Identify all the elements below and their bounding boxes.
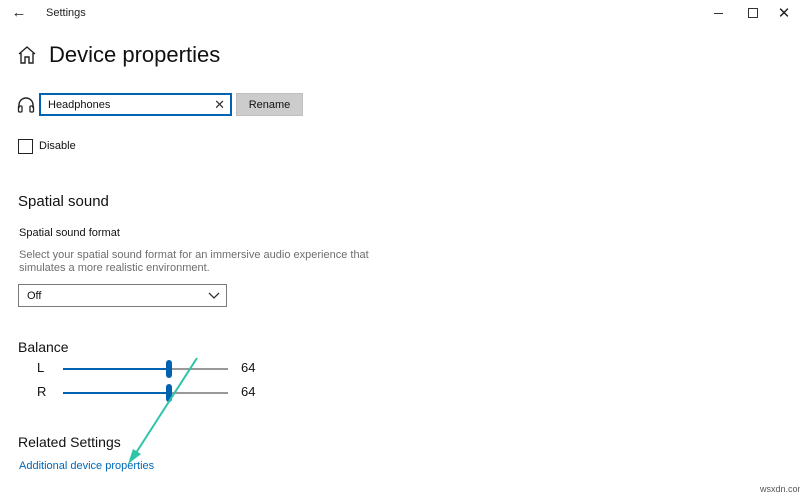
maximize-button[interactable] xyxy=(741,2,765,24)
watermark: wsxdn.com xyxy=(760,484,800,494)
spatial-format-selected: Off xyxy=(27,290,42,302)
right-slider-thumb[interactable] xyxy=(165,384,172,402)
maximize-icon xyxy=(748,8,758,18)
spatial-format-dropdown[interactable]: Off xyxy=(18,284,227,307)
right-balance-slider[interactable] xyxy=(63,384,228,402)
home-icon[interactable] xyxy=(16,44,38,66)
device-name-input[interactable]: Headphones ✕ xyxy=(39,93,232,116)
minimize-button[interactable] xyxy=(706,2,730,24)
disable-checkbox[interactable] xyxy=(18,139,33,154)
rename-button[interactable]: Rename xyxy=(236,93,303,116)
title-bar: ← Settings ✕ xyxy=(0,0,800,26)
disable-label: Disable xyxy=(39,140,76,152)
clear-icon[interactable]: ✕ xyxy=(214,97,225,112)
minimize-icon xyxy=(713,12,723,14)
additional-device-properties-link[interactable]: Additional device properties xyxy=(19,460,154,472)
annotation-arrow xyxy=(128,357,198,464)
chevron-down-icon xyxy=(208,292,220,299)
related-settings-heading: Related Settings xyxy=(18,434,121,450)
close-icon: ✕ xyxy=(777,4,791,22)
device-name-value: Headphones xyxy=(48,99,111,111)
spatial-description: Select your spatial sound format for an … xyxy=(19,249,369,275)
spatial-description-line: Select your spatial sound format for an … xyxy=(19,249,369,261)
spatial-sound-heading: Spatial sound xyxy=(18,193,109,210)
spatial-format-label: Spatial sound format xyxy=(19,227,120,239)
spatial-description-line: simulates a more realistic environment. xyxy=(19,262,210,274)
page-title: Device properties xyxy=(49,42,221,67)
left-slider-thumb[interactable] xyxy=(165,360,172,378)
left-balance-slider[interactable] xyxy=(63,360,228,378)
balance-heading: Balance xyxy=(18,339,69,355)
back-arrow-icon[interactable]: ← xyxy=(10,4,28,22)
right-channel-label: R xyxy=(37,384,47,399)
right-slider-fill xyxy=(63,392,169,394)
close-button[interactable]: ✕ xyxy=(772,2,796,24)
left-channel-label: L xyxy=(37,360,45,375)
window-title: Settings xyxy=(46,7,86,19)
headphones-icon xyxy=(17,97,35,113)
left-channel-value: 64 xyxy=(241,360,256,375)
left-slider-fill xyxy=(63,368,169,370)
right-channel-value: 64 xyxy=(241,384,256,399)
